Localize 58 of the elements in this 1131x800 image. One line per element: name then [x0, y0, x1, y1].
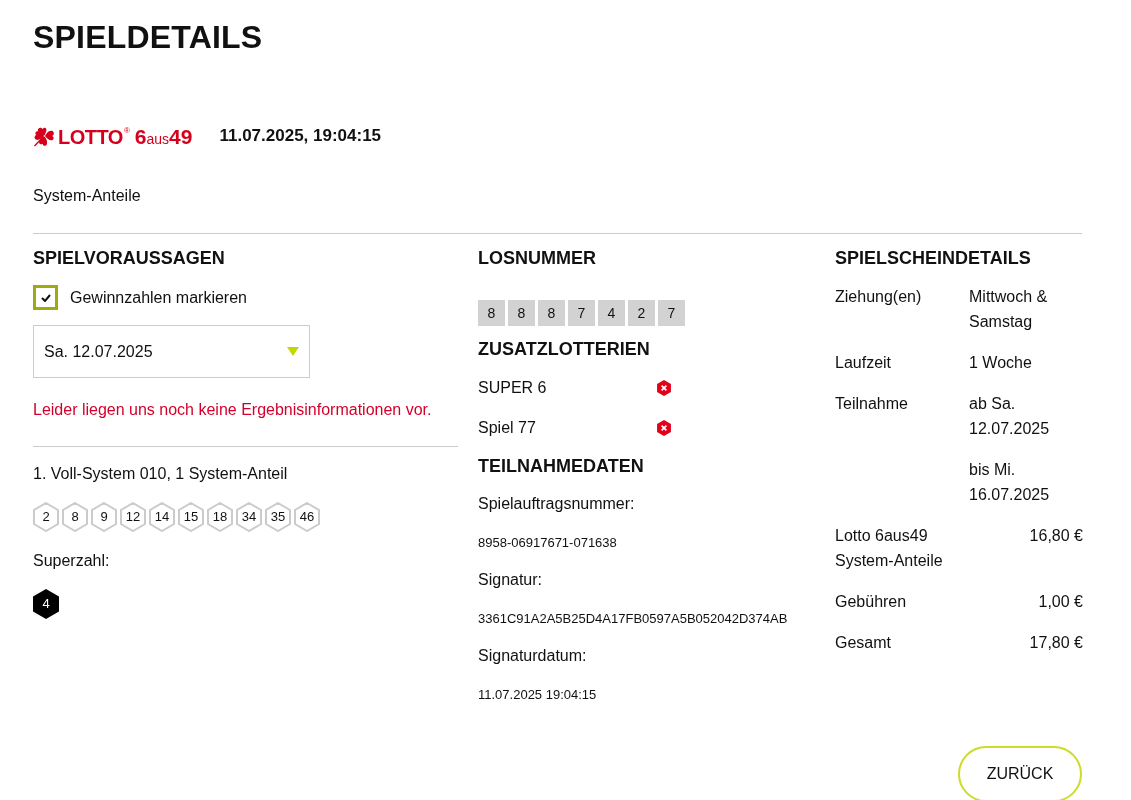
- cost-label: Gesamt: [835, 633, 892, 653]
- field-label: Signatur:: [478, 570, 543, 590]
- detail-label: Teilnahme: [835, 394, 908, 414]
- lotto-number: 18: [207, 502, 233, 532]
- cost-amount: 17,80 €: [1029, 633, 1083, 653]
- field-label: Signaturdatum:: [478, 646, 587, 666]
- system-title: 1. Voll-System 010, 1 System-Anteil: [33, 464, 288, 484]
- lotto-number: 14: [149, 502, 175, 532]
- ticket-digit: 8: [538, 300, 565, 326]
- caret-icon: [287, 347, 299, 356]
- logo-wordmark: LOTTO® 6aus49: [58, 125, 193, 147]
- detail-value: ab Sa. 12.07.2025: [969, 394, 1051, 439]
- ticket-digit: 7: [658, 300, 685, 326]
- clover-icon: [33, 125, 56, 147]
- lotto-number: 12: [120, 502, 146, 532]
- check-icon: [40, 293, 51, 302]
- ticket-digit: 7: [568, 300, 595, 326]
- date-select[interactable]: Sa. 12.07.2025: [33, 325, 310, 378]
- detail-value: Mittwoch & Samstag: [969, 287, 1049, 332]
- notice-text: Leider liegen uns noch keine Ergebnisinformationen vor.: [33, 400, 432, 420]
- superzahl-number: 4: [33, 589, 59, 619]
- cost-amount: 1,00 €: [1038, 592, 1083, 612]
- cost-label: Gebühren: [835, 592, 908, 612]
- field-value: 8958-06917671-071638: [478, 534, 617, 552]
- lottery-name: Spiel 77: [478, 418, 537, 438]
- lotto-number: 2: [33, 502, 59, 532]
- ticket-digit: 2: [628, 300, 655, 326]
- section-heading: ZUSATZLOTTERIEN: [478, 338, 650, 361]
- section-heading: SPIELSCHEINDETAILS: [835, 247, 1031, 270]
- ticket-digit: 8: [478, 300, 505, 326]
- checkbox-label: Gewinnzahlen markieren: [70, 287, 247, 308]
- cost-label: Lotto 6aus49 System-Anteile: [835, 526, 944, 571]
- back-button[interactable]: ZURÜCK: [958, 746, 1082, 800]
- detail-value: 1 Woche: [969, 353, 1033, 373]
- ticket-digit: 8: [508, 300, 535, 326]
- cost-amount: 16,80 €: [1029, 526, 1083, 546]
- ticket-digit: 4: [598, 300, 625, 326]
- game-type: System-Anteile: [33, 186, 141, 206]
- page-title: SPIELDETAILS: [33, 18, 263, 57]
- lotto-number: 35: [265, 502, 291, 532]
- superzahl-label: Superzahl:: [33, 551, 110, 571]
- lottery-name: SUPER 6: [478, 378, 548, 398]
- checkbox[interactable]: [33, 285, 58, 310]
- section-heading: SPIELVORAUSSAGEN: [33, 247, 225, 270]
- lotto-number: 8: [62, 502, 88, 532]
- lotto-number: 34: [236, 502, 262, 532]
- lotto-number: 15: [178, 502, 204, 532]
- lotto-number: 46: [294, 502, 320, 532]
- detail-label: Laufzeit: [835, 353, 892, 373]
- section-heading: LOSNUMMER: [478, 247, 596, 270]
- field-label: Spielauftragsnummer:: [478, 494, 635, 514]
- field-value: 3361C91A2A5B25D4A17FB0597A5B052042D374AB: [478, 610, 788, 628]
- lotto-number: 9: [91, 502, 117, 532]
- field-value: 11.07.2025 19:04:15: [478, 686, 597, 704]
- section-heading: TEILNAHMEDATEN: [478, 455, 644, 478]
- detail-label: Ziehung(en): [835, 287, 922, 307]
- ticket-timestamp: 11.07.2025, 19:04:15: [219, 125, 382, 148]
- detail-value: bis Mi. 16.07.2025: [969, 460, 1051, 505]
